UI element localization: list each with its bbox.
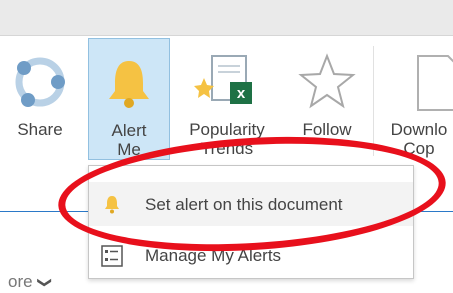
share-label: Share: [17, 120, 63, 139]
svg-text:x: x: [237, 85, 246, 102]
download-document-icon: [374, 52, 453, 112]
list-icon: [101, 245, 123, 267]
popularity-trends-icon: x: [172, 52, 282, 112]
share-button[interactable]: Share: [0, 38, 80, 160]
bell-icon: [89, 53, 169, 113]
download-copy-button[interactable]: Downlo Cop: [374, 38, 453, 160]
popularity-label-line1: Popularity: [189, 120, 265, 139]
top-bar: [0, 0, 453, 36]
alert-me-button[interactable]: Alert Me: [88, 38, 170, 160]
download-label-line1: Downlo: [390, 120, 448, 139]
star-icon: [284, 52, 370, 112]
chevron-down-icon: ❯: [36, 276, 53, 289]
more-link[interactable]: ore ❯: [8, 272, 53, 292]
alert-label-line1: Alert: [111, 121, 147, 140]
more-label: ore: [8, 272, 33, 291]
share-icon: [0, 52, 80, 112]
